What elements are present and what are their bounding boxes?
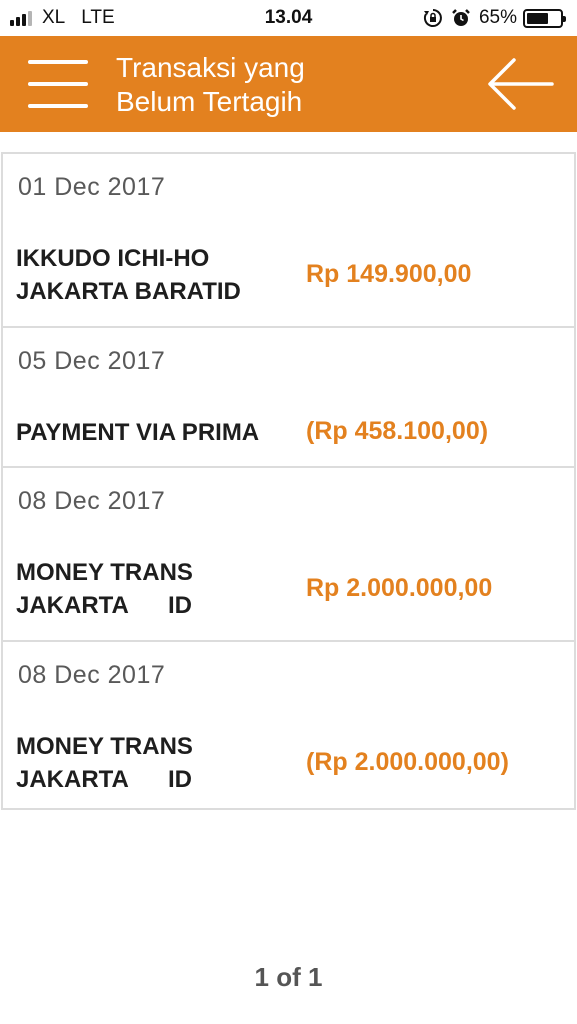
transaction-card[interactable]: 01 Dec 2017 IKKUDO ICHI-HO JAKARTA BARAT… xyxy=(1,152,576,326)
transaction-description: MONEY TRANS JAKARTA ID xyxy=(16,559,193,619)
transaction-card[interactable]: 08 Dec 2017 MONEY TRANS JAKARTA ID (Rp 2… xyxy=(1,640,576,810)
transaction-description: IKKUDO ICHI-HO JAKARTA BARATID xyxy=(16,245,241,305)
transaction-card[interactable]: 08 Dec 2017 MONEY TRANS JAKARTA ID Rp 2.… xyxy=(1,466,576,640)
transaction-amount: Rp 149.900,00 xyxy=(306,260,472,288)
transaction-amount: (Rp 2.000.000,00) xyxy=(306,748,509,776)
status-bar: XL LTE 13.04 65% xyxy=(0,0,577,36)
alarm-clock-icon xyxy=(451,8,471,28)
app-header: Transaksi yang Belum Tertagih xyxy=(0,36,577,132)
transaction-date: 01 Dec 2017 xyxy=(18,173,166,201)
transaction-amount: (Rp 458.100,00) xyxy=(306,417,489,445)
battery-icon xyxy=(523,8,566,28)
battery-level-fill xyxy=(527,12,548,24)
status-right: 65% xyxy=(423,7,566,29)
arrow-left-icon[interactable] xyxy=(484,54,556,114)
page-title-line1: Transaksi yang xyxy=(116,52,305,83)
transaction-description: MONEY TRANS JAKARTA ID xyxy=(16,733,193,793)
transaction-date: 08 Dec 2017 xyxy=(18,661,166,689)
battery-percent: 65% xyxy=(478,7,517,28)
battery-cap xyxy=(563,15,566,22)
transaction-description: PAYMENT VIA PRIMA xyxy=(16,419,260,446)
transaction-amount: Rp 2.000.000,00 xyxy=(306,574,493,602)
transaction-date: 08 Dec 2017 xyxy=(18,487,166,515)
transaction-date: 05 Dec 2017 xyxy=(18,347,166,375)
pagination-label: 1 of 1 xyxy=(254,962,323,992)
page-title-line2: Belum Tertagih xyxy=(116,86,303,117)
transaction-list: 01 Dec 2017 IKKUDO ICHI-HO JAKARTA BARAT… xyxy=(0,152,577,810)
page-title: Transaksi yang Belum Tertagih xyxy=(116,51,436,119)
hamburger-menu-icon[interactable] xyxy=(28,56,90,112)
rotation-lock-icon xyxy=(423,8,443,28)
transaction-card[interactable]: 05 Dec 2017 PAYMENT VIA PRIMA (Rp 458.10… xyxy=(1,326,576,466)
